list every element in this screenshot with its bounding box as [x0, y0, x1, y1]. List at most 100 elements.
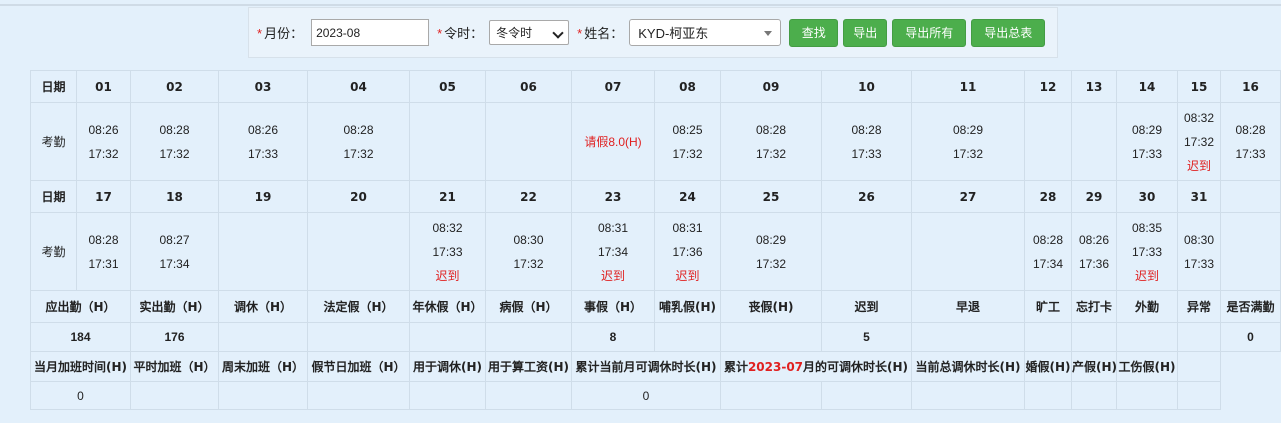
clock-in-time: 08:30	[513, 232, 544, 247]
clock-out-time: 17:33	[432, 244, 463, 259]
summary-header: 迟到	[821, 290, 912, 323]
overtime-header-row: 当月加班时间(H) 平时加班（H） 周末加班（H） 假节日加班（H） 用于调休(H) 用于…	[30, 351, 1281, 382]
name-combobox[interactable]: KYD-柯亚东	[629, 19, 782, 46]
clock-in-time: 08:28	[851, 122, 882, 137]
clock-out-time: 17:33	[247, 146, 279, 161]
season-label: * 令时：	[437, 26, 484, 41]
day-number: 14	[1116, 70, 1178, 103]
summary-header: 法定假（H）	[307, 290, 410, 323]
summary-header: 事假（H）	[571, 290, 655, 323]
clock-out-time: 17:36	[672, 244, 703, 259]
clock-in-time: 08:29	[952, 122, 984, 137]
day-number: 18	[130, 180, 219, 213]
attendance-cell: 08:31 17:34 迟到	[571, 212, 655, 291]
overtime-value-empty	[1116, 381, 1178, 410]
cumulative-month: 2023-07	[747, 360, 804, 374]
overtime-value-empty	[911, 381, 1025, 410]
summary-value	[911, 322, 1025, 352]
summary-value	[218, 322, 308, 352]
summary-header: 早退	[911, 290, 1025, 323]
summary-header: 应出勤（H）	[30, 290, 131, 323]
overtime-value: 0	[571, 381, 721, 410]
summary-value: 5	[821, 322, 912, 352]
attendance-cell: 请假8.0(H)	[571, 102, 655, 181]
month-input[interactable]	[311, 19, 430, 46]
attendance-cell: 08:29 17:32	[911, 102, 1025, 181]
overtime-value-empty	[485, 381, 572, 410]
date-header-label: 日期	[30, 180, 77, 213]
attendance-cell: 08:28 17:32	[130, 102, 219, 181]
attendance-cell: 08:29 17:32	[720, 212, 822, 291]
late-flag: 迟到	[600, 268, 625, 283]
day-number: 09	[720, 70, 822, 103]
overtime-header: 当前总调休时长(H)	[911, 351, 1025, 382]
attendance-cell: 08:35 17:33 迟到	[1116, 212, 1178, 291]
day-number: 11	[911, 70, 1025, 103]
search-button[interactable]: 查找	[789, 18, 839, 47]
attendance-cell: 08:26 17:33	[218, 102, 308, 181]
clock-in-time: 08:28	[1235, 122, 1266, 137]
attendance-cell	[821, 212, 912, 291]
summary-value: 0	[1220, 322, 1281, 352]
summary-value	[1177, 322, 1221, 352]
clock-in-time: 08:30	[1183, 232, 1215, 247]
overtime-header: 平时加班（H）	[130, 351, 219, 382]
summary-header: 异常	[1177, 290, 1221, 323]
export-all-button[interactable]: 导出所有	[892, 18, 967, 47]
attendance-cell: 08:28 17:31	[76, 212, 131, 291]
day-number: 10	[821, 70, 912, 103]
season-select[interactable]: 冬令时	[489, 20, 570, 45]
name-label: * 姓名：	[577, 26, 624, 41]
clock-in-time: 08:32	[1183, 110, 1215, 125]
overtime-value-empty	[307, 381, 410, 410]
clock-in-time: 08:28	[755, 122, 787, 137]
clock-in-time: 08:26	[88, 122, 119, 137]
clock-out-time: 17:32	[513, 256, 544, 271]
attendance-row-label: 考勤	[30, 102, 77, 181]
clock-out-time: 17:32	[88, 146, 119, 161]
day-number: 28	[1024, 180, 1072, 213]
summary-value-row: 184 176 8 5 0	[30, 322, 1281, 352]
attendance-cell: 08:26 17:36	[1071, 212, 1117, 291]
attendance-cell: 08:30 17:33	[1177, 212, 1221, 291]
month-label: * 月份：	[257, 26, 304, 41]
summary-value	[654, 322, 721, 352]
dropdown-arrow-icon	[764, 31, 773, 36]
clock-out-time: 17:32	[952, 146, 984, 161]
attendance-cell: 08:32 17:33 迟到	[409, 212, 486, 291]
attendance-cell: 08:26 17:32	[76, 102, 131, 181]
day-number: 03	[218, 70, 308, 103]
clock-out-time: 17:32	[1183, 134, 1215, 149]
summary-header: 忘打卡	[1071, 290, 1117, 323]
export-summary-button[interactable]: 导出总表	[971, 18, 1046, 47]
day-number: 20	[307, 180, 410, 213]
summary-header-row: 应出勤（H） 实出勤（H） 调休（H） 法定假（H） 年休假（H） 病假（H） 事假（H）哺…	[30, 290, 1281, 323]
summary-header: 外勤	[1116, 290, 1178, 323]
attendance-cell	[911, 212, 1025, 291]
day-number: 15	[1177, 70, 1221, 103]
week2-date-row: 日期 17 18 19 20 21 22 23 24 25 26 27 28 29 30 31	[30, 180, 1281, 213]
summary-value	[720, 322, 822, 352]
overtime-header: 产假(H)	[1071, 351, 1117, 382]
export-button[interactable]: 导出	[843, 18, 888, 47]
week2-attendance-row: 考勤 08:28 17:31 08:27 17:34 08:32 17:33 迟到 08:30 1…	[30, 212, 1281, 291]
overtime-header: 周末加班（H）	[218, 351, 308, 382]
overtime-value-empty	[821, 381, 912, 410]
attendance-cell	[409, 102, 486, 181]
cumulative-suffix: 月的可调休时长(H)	[803, 360, 909, 374]
clock-out-time: 17:32	[343, 146, 374, 161]
day-number: 04	[307, 70, 410, 103]
date-header-label: 日期	[30, 70, 77, 103]
day-number: 29	[1071, 180, 1117, 213]
attendance-cell: 08:28 17:32	[307, 102, 410, 181]
summary-header: 调休（H）	[218, 290, 308, 323]
attendance-cell	[1071, 102, 1117, 181]
overtime-header: 用于算工资(H)	[485, 351, 572, 382]
clock-out-time: 17:32	[672, 146, 703, 161]
clock-out-time: 17:34	[1032, 256, 1064, 271]
clock-out-time: 17:34	[159, 256, 190, 271]
attendance-cell: 08:28 17:32	[720, 102, 822, 181]
day-number	[1220, 180, 1281, 213]
filter-toolbar: *月份： *令时： 冬令时 *姓名： KYD-柯亚东 查找 导出 导出所有 导出…	[248, 7, 1058, 58]
clock-out-time: 17:32	[159, 146, 190, 161]
